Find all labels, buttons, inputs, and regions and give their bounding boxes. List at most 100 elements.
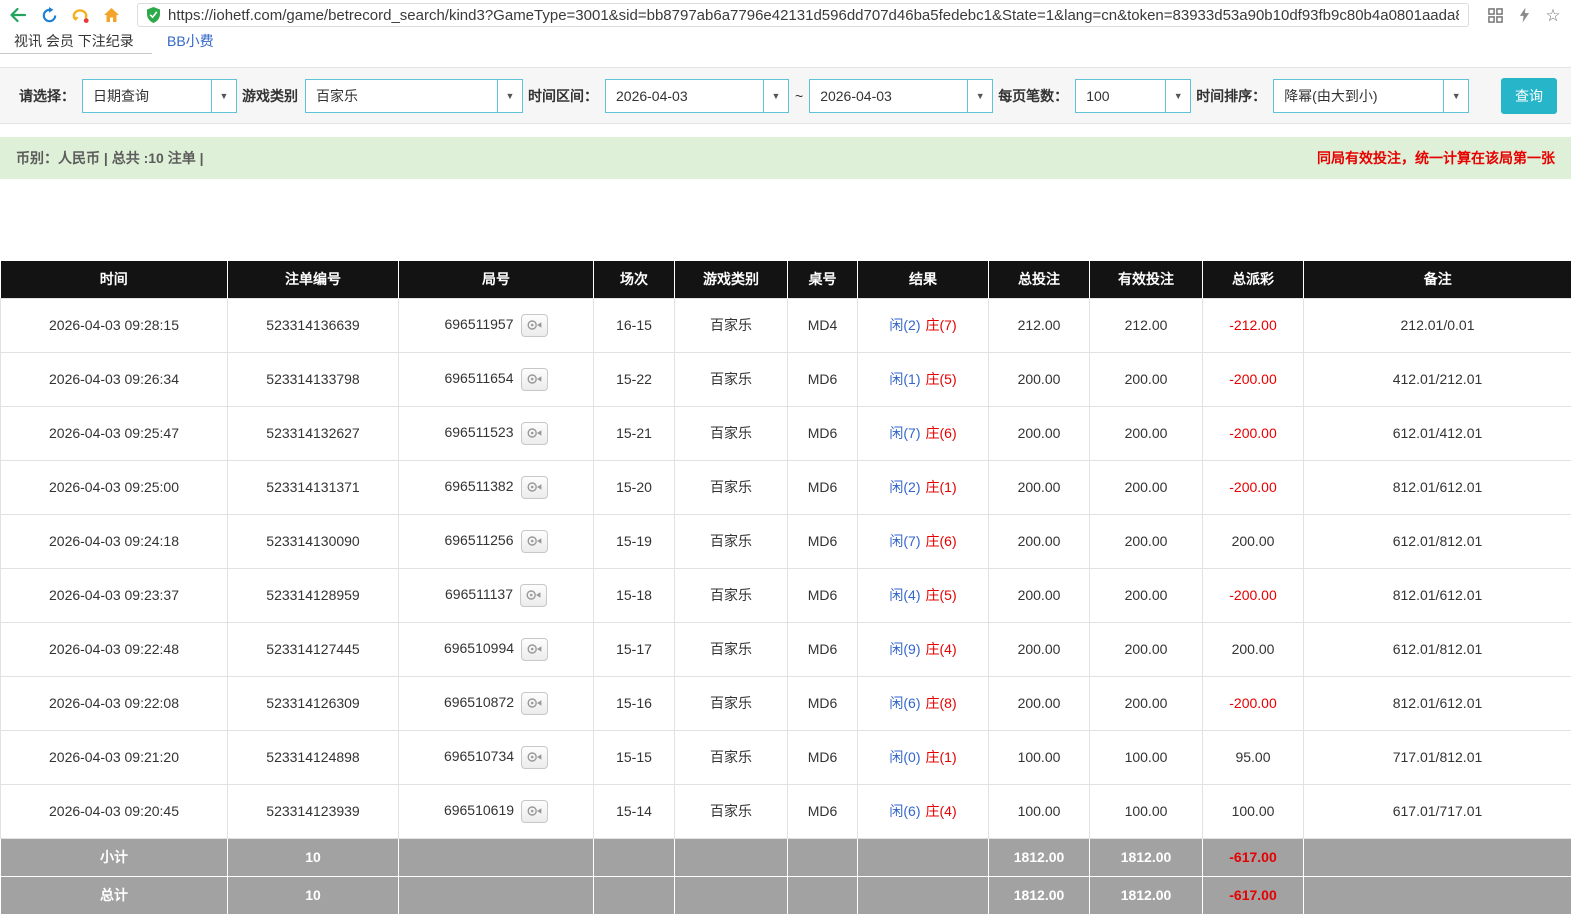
table-row: 2026-04-03 09:23:37523314128959696511137… (1, 568, 1571, 622)
cell-remark: 412.01/212.01 (1304, 352, 1571, 406)
result-banker: 庄(8) (926, 695, 957, 711)
search-button[interactable]: 查询 (1501, 78, 1557, 114)
cell-table-no: MD6 (788, 622, 858, 676)
cell-total-bet[interactable]: 200.00 (989, 514, 1090, 568)
cell-total-bet[interactable]: 200.00 (989, 460, 1090, 514)
result-player: 闲(4) (889, 587, 920, 603)
cell-game-type: 百家乐 (675, 352, 788, 406)
cell-result: 闲(9)庄(4) (858, 622, 989, 676)
chevron-down-icon: ▼ (1443, 80, 1468, 112)
cell-total-bet[interactable]: 212.00 (989, 298, 1090, 352)
cell-round-id: 696510619 (399, 784, 594, 838)
cell-total-bet[interactable]: 200.00 (989, 568, 1090, 622)
video-replay-button[interactable] (521, 530, 548, 553)
cell-total-bet[interactable]: 100.00 (989, 730, 1090, 784)
cell-time: 2026-04-03 09:25:47 (1, 406, 228, 460)
cell-game-type: 百家乐 (675, 514, 788, 568)
cell-result: 闲(7)庄(6) (858, 406, 989, 460)
result-banker: 庄(5) (926, 371, 957, 387)
game-type-select[interactable]: 百家乐 ▼ (305, 79, 523, 113)
cell-session: 15-17 (594, 622, 675, 676)
video-replay-button[interactable] (521, 638, 548, 661)
date-from-select[interactable]: 2026-04-03 ▼ (605, 79, 789, 113)
cell-round-id: 696511137 (399, 568, 594, 622)
video-replay-button[interactable] (520, 584, 547, 607)
video-replay-button[interactable] (521, 422, 548, 445)
footer-cell: 10 (228, 838, 399, 876)
back-button[interactable] (8, 5, 28, 25)
cell-round-id: 696511957 (399, 298, 594, 352)
round-id-text: 696510619 (444, 802, 514, 818)
cell-remark: 617.01/717.01 (1304, 784, 1571, 838)
cell-time: 2026-04-03 09:25:00 (1, 460, 228, 514)
footer-cell (594, 876, 675, 914)
subtotal-row: 小计101812.001812.00-617.00 (1, 838, 1571, 876)
sort-order-select[interactable]: 降幂(由大到小) ▼ (1273, 79, 1469, 113)
home-icon (103, 7, 120, 23)
footer-cell (858, 876, 989, 914)
cell-remark: 212.01/0.01 (1304, 298, 1571, 352)
tab-video-bet-records[interactable]: 视讯 会员 下注纪录 (14, 31, 134, 51)
footer-cell (788, 876, 858, 914)
cell-session: 15-19 (594, 514, 675, 568)
footer-cell (788, 838, 858, 876)
column-header: 局号 (399, 261, 594, 298)
footer-cell (399, 838, 594, 876)
cell-total-bet[interactable]: 200.00 (989, 622, 1090, 676)
cell-total-bet[interactable]: 200.00 (989, 676, 1090, 730)
result-banker: 庄(1) (926, 479, 957, 495)
result-player: 闲(9) (889, 641, 920, 657)
lightning-icon[interactable] (1514, 5, 1534, 25)
cell-remark: 612.01/812.01 (1304, 622, 1571, 676)
address-bar[interactable]: https://iohetf.com/game/betrecord_search… (137, 3, 1469, 27)
column-header: 备注 (1304, 261, 1571, 298)
cell-remark: 612.01/412.01 (1304, 406, 1571, 460)
apps-grid-icon[interactable] (1485, 5, 1505, 25)
cell-time: 2026-04-03 09:20:45 (1, 784, 228, 838)
per-page-select[interactable]: 100 ▼ (1075, 79, 1191, 113)
footer-cell (675, 838, 788, 876)
tab-bb-tip[interactable]: BB小费 (167, 31, 214, 51)
column-header: 总派彩 (1203, 261, 1304, 298)
date-query-select[interactable]: 日期查询 ▼ (82, 79, 237, 113)
date-query-value: 日期查询 (83, 86, 211, 106)
cell-payout: 200.00 (1203, 622, 1304, 676)
result-player: 闲(6) (889, 803, 920, 819)
footer-cell: 1812.00 (1090, 876, 1203, 914)
cell-payout: 200.00 (1203, 514, 1304, 568)
column-header: 注单编号 (228, 261, 399, 298)
chevron-down-icon: ▼ (211, 80, 236, 112)
cell-total-bet[interactable]: 200.00 (989, 406, 1090, 460)
cell-time: 2026-04-03 09:22:08 (1, 676, 228, 730)
round-id-text: 696511256 (444, 532, 513, 548)
cell-total-bet[interactable]: 200.00 (989, 352, 1090, 406)
cell-valid-bet: 100.00 (1090, 730, 1203, 784)
cell-round-id: 696511256 (399, 514, 594, 568)
cell-session: 15-22 (594, 352, 675, 406)
session-restore-button[interactable] (70, 5, 90, 25)
video-replay-button[interactable] (521, 800, 548, 823)
video-replay-button[interactable] (521, 476, 548, 499)
column-header: 游戏类别 (675, 261, 788, 298)
cell-remark: 717.01/812.01 (1304, 730, 1571, 784)
refresh-button[interactable] (39, 5, 59, 25)
sort-order-label: 时间排序： (1196, 86, 1266, 106)
video-replay-button[interactable] (521, 314, 548, 337)
cell-bet-id: 523314131371 (228, 460, 399, 514)
video-replay-button[interactable] (521, 746, 548, 769)
home-button[interactable] (101, 5, 121, 25)
video-replay-button[interactable] (521, 368, 548, 391)
result-player: 闲(1) (889, 371, 920, 387)
cell-time: 2026-04-03 09:28:15 (1, 298, 228, 352)
bookmark-star-icon[interactable]: ☆ (1543, 5, 1563, 25)
cell-round-id: 696510734 (399, 730, 594, 784)
date-to-select[interactable]: 2026-04-03 ▼ (809, 79, 993, 113)
cell-round-id: 696511523 (399, 406, 594, 460)
video-replay-button[interactable] (521, 692, 548, 715)
cell-total-bet[interactable]: 100.00 (989, 784, 1090, 838)
cell-valid-bet: 200.00 (1090, 676, 1203, 730)
tab-underline (0, 53, 152, 54)
url-text[interactable]: https://iohetf.com/game/betrecord_search… (168, 7, 1459, 24)
cell-payout: -200.00 (1203, 460, 1304, 514)
currency-summary-text: 币别：人民币 | 总共 :10 注单 | (16, 148, 204, 168)
